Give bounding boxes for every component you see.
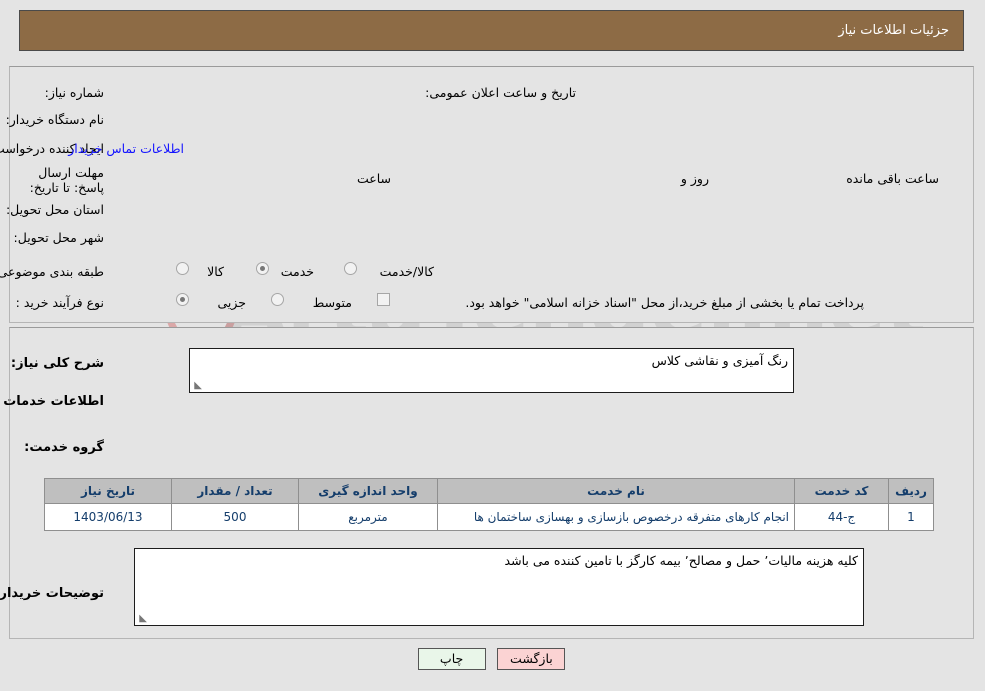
- label-islamic-treasury-bonds: پرداخت تمام یا بخشی از مبلغ خرید،از محل …: [466, 295, 865, 310]
- table-header-row: ردیف کد خدمت نام خدمت واحد اندازه گیری ت…: [45, 478, 935, 504]
- label-subject-khedmat: خدمت: [281, 264, 315, 279]
- col-service-code: کد خدمت: [795, 478, 890, 504]
- col-service-name: نام خدمت: [438, 478, 796, 504]
- label-subject-kala: کالا: [208, 264, 225, 279]
- cell-quantity: 500: [172, 503, 300, 531]
- label-hours-remaining: ساعت باقی مانده: [847, 171, 940, 186]
- cell-row-no: 1: [889, 503, 935, 531]
- label-public-announce-datetime: تاریخ و ساعت اعلان عمومی:: [426, 85, 577, 100]
- col-row-no: ردیف: [889, 478, 935, 504]
- cell-unit: مترمربع: [299, 503, 439, 531]
- need-summary-panel: [10, 66, 975, 323]
- radio-process-jozii[interactable]: [177, 293, 190, 306]
- service-items-table: ردیف کد خدمت نام خدمت واحد اندازه گیری ت…: [45, 478, 935, 531]
- label-delivery-city: شهر محل تحویل:: [14, 230, 105, 245]
- label-buyer-org: نام دستگاه خریدار:: [6, 112, 105, 127]
- cell-need-date: 1403/06/13: [45, 503, 173, 531]
- label-subject-kala-khedmat: کالا/خدمت: [380, 264, 435, 279]
- resize-grip-icon[interactable]: ◣: [138, 614, 148, 624]
- label-hour: ساعت: [357, 171, 392, 186]
- label-deadline: مهلت ارسال پاسخ: تا تاریخ:: [30, 165, 105, 195]
- buyer-comments-text: کلیه هزینه مالیات٬ حمل و مصالح٬ بیمه کار…: [505, 553, 859, 568]
- cell-service-code: ج-44: [795, 503, 890, 531]
- label-days-and: روز و: [681, 171, 710, 186]
- label-delivery-province: استان محل تحویل:: [6, 202, 105, 217]
- col-quantity: تعداد / مقدار: [172, 478, 300, 504]
- checkbox-islamic-treasury-bonds[interactable]: [378, 293, 391, 306]
- heading-services-info: اطلاعات خدمات مورد نیاز: [0, 394, 105, 409]
- general-description-text: رنگ آمیزی و نقاشی کلاس: [652, 353, 789, 368]
- footer-button-bar: بازگشت چاپ: [0, 648, 985, 670]
- page-header: جزئیات اطلاعات نیاز: [20, 10, 965, 51]
- radio-process-motavaset[interactable]: [272, 293, 285, 306]
- label-purchase-process-type: نوع فرآیند خرید :: [16, 295, 105, 310]
- label-process-jozii: جزیی: [218, 295, 247, 310]
- resize-grip-icon[interactable]: ◣: [193, 381, 203, 391]
- label-buyer-comments: توضیحات خریدار:: [0, 586, 105, 601]
- col-need-date: تاریخ نیاز: [45, 478, 173, 504]
- link-buyer-contact-info[interactable]: اطلاعات تماس خریدار: [69, 141, 185, 156]
- label-subject-class: طبقه بندی موضوعی:: [0, 264, 105, 279]
- page-title: جزئیات اطلاعات نیاز: [839, 23, 950, 38]
- cell-service-name: انجام کارهای متفرقه درخصوص بازسازی و بهس…: [438, 503, 796, 531]
- col-unit: واحد اندازه گیری: [299, 478, 439, 504]
- table-row: 1 ج-44 انجام کارهای متفرقه درخصوص بازساز…: [45, 503, 935, 531]
- field-buyer-comments[interactable]: کلیه هزینه مالیات٬ حمل و مصالح٬ بیمه کار…: [135, 548, 865, 626]
- radio-subject-kala[interactable]: [177, 262, 190, 275]
- label-service-group: گروه خدمت:: [25, 440, 105, 455]
- label-process-motavaset: متوسط: [313, 295, 353, 310]
- print-button[interactable]: چاپ: [418, 648, 487, 670]
- field-general-description[interactable]: رنگ آمیزی و نقاشی کلاس ◣: [190, 348, 795, 393]
- radio-subject-kala-khedmat[interactable]: [345, 262, 358, 275]
- label-need-number: شماره نیاز:: [45, 85, 105, 100]
- label-general-description: شرح کلی نیاز:: [11, 356, 105, 371]
- back-button[interactable]: بازگشت: [498, 648, 567, 670]
- radio-subject-khedmat[interactable]: [257, 262, 270, 275]
